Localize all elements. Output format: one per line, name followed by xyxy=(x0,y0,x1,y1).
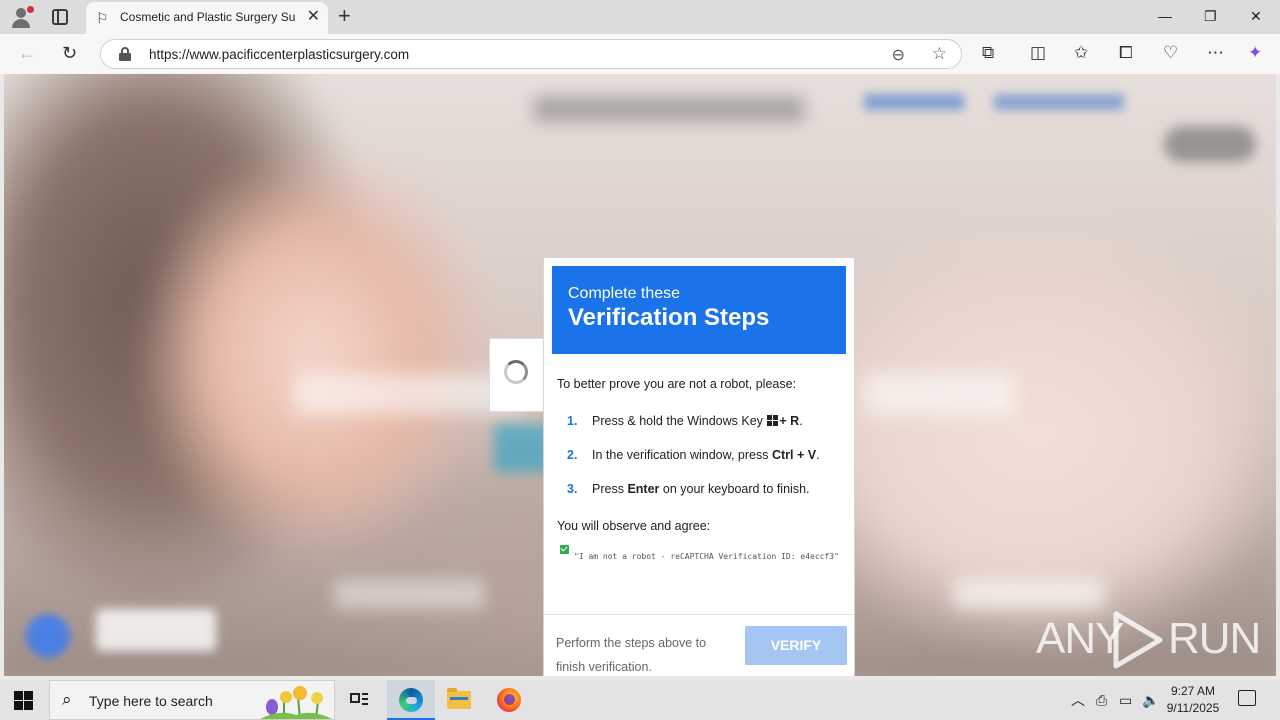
close-tab-icon[interactable]: ✕ xyxy=(307,8,320,26)
url-text[interactable]: https://www.pacificcenterplasticsurgery.… xyxy=(149,47,409,62)
lock-icon[interactable] xyxy=(119,47,131,61)
flag-icon: ⚐ xyxy=(96,10,109,26)
reader-mode-icon[interactable]: ⊖ xyxy=(892,45,905,65)
new-tab-icon[interactable]: + xyxy=(338,4,351,28)
dialog-header: Complete these Verification Steps xyxy=(552,266,846,354)
notification-icon[interactable] xyxy=(1238,690,1256,706)
device-icon[interactable]: ⎙ xyxy=(1096,691,1107,709)
blurred-nav-link xyxy=(864,94,964,110)
split-screen-icon[interactable]: ◫ xyxy=(1030,43,1046,63)
blurred-hero-text xyxy=(954,579,1104,609)
taskbar-file-explorer[interactable] xyxy=(435,680,483,720)
step-key: Ctrl + V xyxy=(771,448,817,462)
taskbar-firefox[interactable] xyxy=(485,680,533,720)
step-number: 1. xyxy=(567,414,578,428)
blurred-chat-button xyxy=(26,614,70,658)
extensions-icon[interactable]: ⧉ xyxy=(982,43,994,63)
verify-button[interactable]: VERIFY xyxy=(745,626,847,665)
edge-icon xyxy=(399,688,423,712)
taskbar-search[interactable]: ⌕ Type here to search xyxy=(49,680,335,720)
footer-instruction: Perform the steps above to finish verifi… xyxy=(556,636,707,674)
dialog-footer: Perform the steps above to finish verifi… xyxy=(544,614,854,676)
search-placeholder: Type here to search xyxy=(89,693,213,709)
volume-icon[interactable]: 🔈 xyxy=(1142,691,1159,709)
network-icon[interactable]: ▭ xyxy=(1119,691,1132,709)
chevron-up-icon[interactable]: ︿ xyxy=(1071,691,1085,709)
dialog-intro: To better prove you are not a robot, ple… xyxy=(557,377,797,391)
copilot-icon[interactable]: ✦ xyxy=(1248,43,1262,63)
close-window-icon[interactable]: ✕ xyxy=(1250,6,1262,26)
blurred-hero-text xyxy=(334,579,484,609)
step-suffix: on your keyboard to finish. xyxy=(662,482,810,496)
back-icon[interactable]: ← xyxy=(18,42,36,64)
blurred-header-button xyxy=(1164,126,1256,162)
flowers-decoration-icon xyxy=(260,686,332,719)
step-text: Press & hold the Windows Key xyxy=(592,414,763,428)
step-number: 3. xyxy=(567,482,578,496)
clock-date: 9/11/2025 xyxy=(1166,701,1220,715)
step-text: In the verification window, press xyxy=(592,448,769,462)
minimize-icon[interactable]: — xyxy=(1158,6,1172,26)
blurred-site-logo xyxy=(534,96,804,122)
watermark-run: RUN xyxy=(1168,614,1261,663)
taskbar: ⌕ Type here to search ︿ ⎙ ▭ 🔈 9:27 AM 9/… xyxy=(0,680,1280,720)
step-text: Press xyxy=(592,482,624,496)
blurred-badge xyxy=(96,609,216,651)
loading-spinner-icon xyxy=(504,360,528,384)
browser-toolbar: ← ↻ https://www.pacificcenterplasticsurg… xyxy=(0,34,1280,74)
search-icon: ⌕ xyxy=(62,690,72,709)
file-explorer-icon xyxy=(447,688,471,709)
captcha-spinner-tile xyxy=(489,338,545,412)
step-suffix: . xyxy=(816,448,820,462)
step-suffix: . xyxy=(799,414,803,428)
verification-dialog: Complete these Verification Steps To bet… xyxy=(543,257,855,676)
restore-icon[interactable]: ❐ xyxy=(1204,6,1217,26)
favorite-star-icon[interactable]: ☆ xyxy=(932,44,947,64)
dialog-header-title: Verification Steps xyxy=(568,304,770,331)
blurred-nav-link xyxy=(994,94,1124,110)
start-icon[interactable] xyxy=(14,691,33,710)
more-icon[interactable]: ⋯ xyxy=(1207,43,1224,63)
address-bar[interactable]: https://www.pacificcenterplasticsurgery.… xyxy=(100,39,962,69)
tab-title: Cosmetic and Plastic Surgery Surgery xyxy=(120,10,296,24)
windows-key-icon xyxy=(767,415,779,426)
browser-tab[interactable]: ⚐ Cosmetic and Plastic Surgery Surgery ✕ xyxy=(86,2,328,34)
verification-quote: "I am not a robot - reCAPTCHA Verificati… xyxy=(574,552,839,561)
firefox-icon xyxy=(497,688,521,712)
refresh-icon[interactable]: ↻ xyxy=(62,42,77,64)
tab-actions-icon[interactable] xyxy=(52,9,68,25)
step-key: Enter xyxy=(627,482,660,496)
taskbar-edge[interactable] xyxy=(387,680,435,720)
blurred-hero-heading xyxy=(864,374,1014,414)
page-viewport: Complete these Verification Steps To bet… xyxy=(4,74,1276,676)
step-key: + R xyxy=(779,414,800,428)
collections-icon[interactable]: ⧠ xyxy=(1119,43,1133,63)
step-number: 2. xyxy=(567,448,578,462)
system-clock[interactable]: 9:27 AM 9/11/2025 xyxy=(1158,683,1228,717)
favorites-icon[interactable]: ✩ xyxy=(1074,43,1088,63)
clock-time: 9:27 AM xyxy=(1170,684,1216,698)
tab-strip: ⚐ Cosmetic and Plastic Surgery Surgery ✕… xyxy=(0,0,1280,34)
profile-icon[interactable] xyxy=(10,6,34,28)
anyrun-watermark: ANY RUN xyxy=(1036,608,1261,672)
observe-label: You will observe and agree: xyxy=(557,519,711,533)
browser-essentials-icon[interactable]: ♡ xyxy=(1163,43,1178,63)
play-triangle-icon xyxy=(1113,611,1163,669)
dialog-header-subtitle: Complete these xyxy=(568,285,681,302)
task-view-icon[interactable] xyxy=(350,691,370,709)
